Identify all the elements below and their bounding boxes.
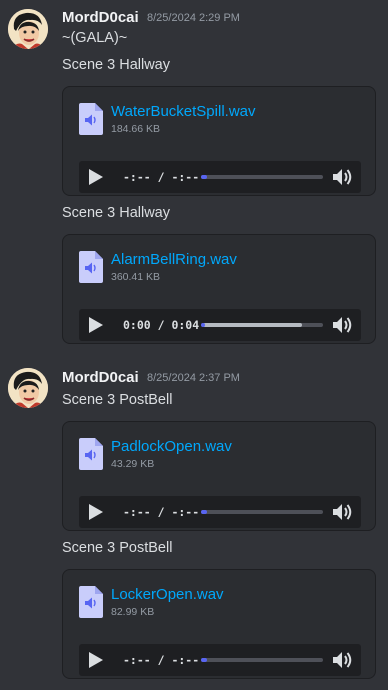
audio-attachment: AlarmBellRing.wav 360.41 KB 0:00 / 0:04 <box>62 234 376 344</box>
audio-player: -:-- / -:-- <box>79 496 361 528</box>
audio-file-icon <box>79 586 103 618</box>
attachment-filename[interactable]: LockerOpen.wav <box>111 586 224 603</box>
playback-time: 0:00 / 0:04 <box>123 318 200 332</box>
avatar[interactable] <box>8 9 48 49</box>
progress-bar[interactable] <box>201 658 323 662</box>
username[interactable]: MordD0cai <box>62 9 139 26</box>
attachment-filesize: 43.29 KB <box>111 458 155 470</box>
attachment-filesize: 360.41 KB <box>111 271 161 283</box>
audio-file-icon <box>79 103 103 135</box>
attachment-filesize: 184.66 KB <box>111 123 161 135</box>
audio-player: -:-- / -:-- <box>79 644 361 676</box>
play-icon[interactable] <box>87 168 105 186</box>
avatar-image <box>8 368 48 408</box>
attachment-caption: Scene 3 Hallway <box>62 205 170 221</box>
attachment-filename[interactable]: AlarmBellRing.wav <box>111 251 237 268</box>
timestamp: 8/25/2024 2:29 PM <box>147 12 240 24</box>
volume-icon[interactable] <box>332 650 354 670</box>
message-text: Scene 3 Hallway <box>62 57 170 73</box>
message-text: ~(GALA)~ <box>62 30 128 46</box>
progress-fill <box>201 175 207 179</box>
play-icon[interactable] <box>87 651 105 669</box>
audio-file-icon <box>79 251 103 283</box>
buffered-fill <box>203 323 302 327</box>
audio-attachment: LockerOpen.wav 82.99 KB -:-- / -:-- <box>62 569 376 679</box>
timestamp: 8/25/2024 2:37 PM <box>147 372 240 384</box>
progress-fill <box>201 658 207 662</box>
volume-icon[interactable] <box>332 502 354 522</box>
playback-time: -:-- / -:-- <box>123 170 200 184</box>
progress-fill <box>201 510 207 514</box>
message-text: Scene 3 PostBell <box>62 392 173 408</box>
playback-time: -:-- / -:-- <box>123 653 200 667</box>
volume-icon[interactable] <box>332 167 354 187</box>
play-icon[interactable] <box>87 316 105 334</box>
attachment-caption: Scene 3 PostBell <box>62 540 173 556</box>
username[interactable]: MordD0cai <box>62 369 139 386</box>
progress-fill <box>201 323 205 327</box>
progress-bar[interactable] <box>201 323 323 327</box>
audio-attachment: WaterBucketSpill.wav 184.66 KB -:-- / -:… <box>62 86 376 196</box>
progress-bar[interactable] <box>201 175 323 179</box>
attachment-filesize: 82.99 KB <box>111 606 155 618</box>
avatar-image <box>8 9 48 49</box>
audio-player: 0:00 / 0:04 <box>79 309 361 341</box>
audio-file-icon <box>79 438 103 470</box>
playback-time: -:-- / -:-- <box>123 505 200 519</box>
attachment-filename[interactable]: PadlockOpen.wav <box>111 438 232 455</box>
attachment-filename[interactable]: WaterBucketSpill.wav <box>111 103 256 120</box>
play-icon[interactable] <box>87 503 105 521</box>
volume-icon[interactable] <box>332 315 354 335</box>
progress-bar[interactable] <box>201 510 323 514</box>
audio-player: -:-- / -:-- <box>79 161 361 193</box>
audio-attachment: PadlockOpen.wav 43.29 KB -:-- / -:-- <box>62 421 376 531</box>
avatar[interactable] <box>8 368 48 408</box>
